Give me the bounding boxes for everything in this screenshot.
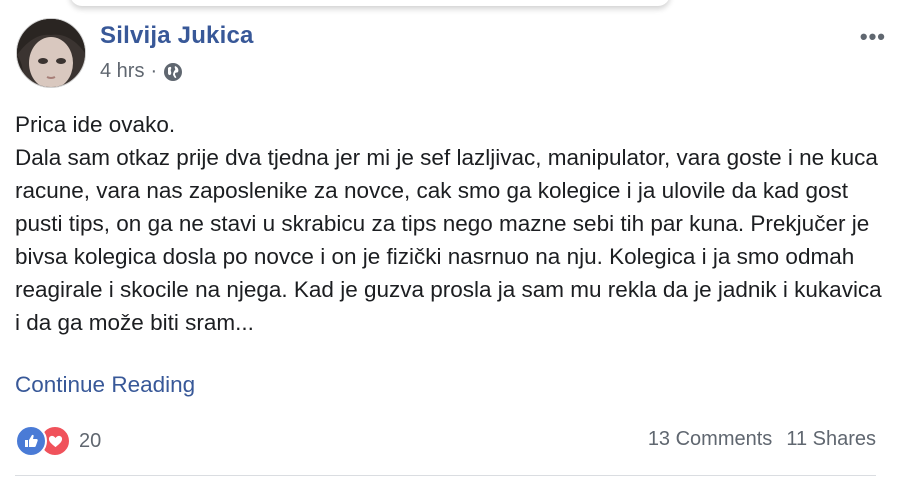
post-header: Silvija Jukica 4 hrs · ••• [16,18,886,90]
avatar-photo [17,19,85,87]
reaction-count: 20 [79,429,102,452]
like-icon [15,425,47,457]
post-meta: 4 hrs · [100,60,183,83]
meta-separator: · [150,60,158,82]
continue-reading-link[interactable]: Continue Reading [15,372,195,398]
author-name[interactable]: Silvija Jukica [100,22,254,50]
shares-count-link[interactable]: 11 Shares [786,428,876,451]
footer-divider [15,475,876,476]
post-stats: 13 Comments 11 Shares [648,428,876,451]
comments-count-link[interactable]: 13 Comments [648,428,773,451]
avatar[interactable] [16,18,86,88]
post-card: Silvija Jukica 4 hrs · ••• Prica ide ova… [0,0,900,482]
post-body: Prica ide ovako. Dala sam otkaz prije dv… [15,108,885,339]
post-paragraph: Dala sam otkaz prije dva tjedna jer mi j… [15,145,882,335]
post-paragraph: Prica ide ovako. [15,112,176,137]
globe-icon[interactable] [163,62,183,82]
post-time[interactable]: 4 hrs [100,60,144,83]
more-options-icon[interactable]: ••• [860,24,886,50]
reactions-summary[interactable]: 20 [15,425,101,457]
